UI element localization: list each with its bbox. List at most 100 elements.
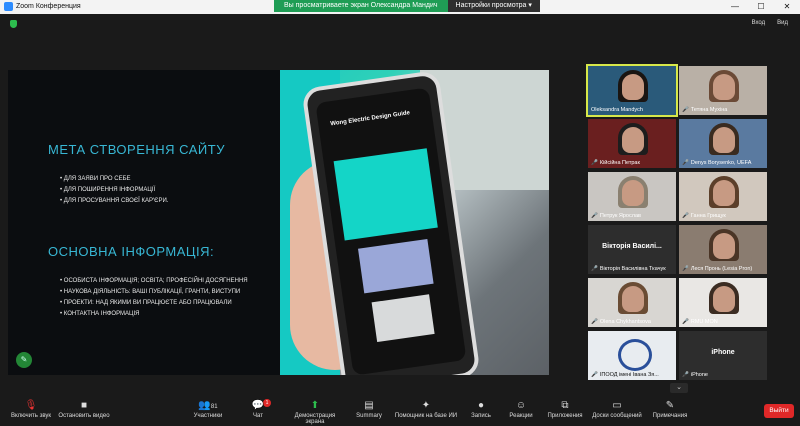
phone-screen-image <box>358 239 434 294</box>
participant-tile[interactable]: 🎤 RMU MON <box>679 278 767 327</box>
record-icon: ● <box>477 400 485 411</box>
mic-muted-icon: 🎤 <box>682 372 689 378</box>
record-label: Запись <box>471 413 491 419</box>
phone-screen: Wong Electric Design Guide <box>315 87 467 375</box>
participant-name: Кійсійна Петрак <box>599 160 640 166</box>
slide-list-purpose: ДЛЯ ЗАЯВИ ПРО СЕБЕ ДЛЯ ПОШИРЕННЯ ІНФОРМА… <box>60 174 169 207</box>
whiteboards-button[interactable]: ▭ Доски сообщений <box>590 400 644 419</box>
apps-icon: ⧉ <box>561 400 569 411</box>
avatar <box>622 74 644 100</box>
emoji-icon: ☺ <box>515 400 527 411</box>
shared-screen: МЕТА СТВОРЕННЯ САЙТУ ДЛЯ ЗАЯВИ ПРО СЕБЕ … <box>8 70 549 375</box>
organization-logo-icon <box>618 339 652 371</box>
chat-icon: 💬 <box>251 400 265 411</box>
participant-tile[interactable]: 🎤 Ганна Грищук <box>679 172 767 221</box>
list-item: ОСОБИСТА ІНФОРМАЦІЯ; ОСВІТА; ПРОФЕСІЙНІ … <box>60 276 248 287</box>
phone-screen-text: Wong Electric Design Guide <box>330 110 411 128</box>
participants-count: 81 <box>210 404 218 410</box>
list-item: ПРОЕКТИ: НАД ЯКИМИ ВИ ПРАЦЮЄТЕ АБО ПРАЦЮ… <box>60 298 248 309</box>
mic-muted-icon: 🎤 <box>682 160 689 166</box>
participant-name: Ганна Грищук <box>690 213 726 219</box>
apps-label: Приложения <box>547 413 583 419</box>
chat-button[interactable]: 💬 Чат <box>248 400 268 419</box>
summary-label: Summary <box>356 413 382 419</box>
ai-companion-button[interactable]: ✦ Помощник на базе ИИ <box>394 400 458 419</box>
minimize-button[interactable]: — <box>722 0 748 13</box>
participant-name: Петрук Ярослав <box>599 213 641 219</box>
participants-button[interactable]: 👥81 Участники <box>190 400 226 419</box>
record-button[interactable]: ● Запись <box>468 400 494 419</box>
annotate-pen-icon[interactable]: ✎ <box>16 352 32 368</box>
mic-muted-icon: 🎙 <box>24 400 38 411</box>
participant-name: Oleksandra Mandych <box>591 107 643 113</box>
participant-tile[interactable]: 🎤 ІПООД імені Івана Зя... <box>588 331 676 380</box>
participant-name: Вікторія Василівна Ткачук <box>599 266 666 272</box>
participant-tile[interactable]: 🎤 Olena Chykhantsova <box>588 278 676 327</box>
share-banner: Вы просматриваете экран Олександра Манди… <box>274 0 540 12</box>
ai-companion-label: Помощник на базе ИИ <box>394 413 458 419</box>
slide-heading-purpose: МЕТА СТВОРЕННЯ САЙТУ <box>48 142 225 157</box>
view-button[interactable]: Вид <box>777 20 788 26</box>
whiteboards-label: Доски сообщений <box>592 413 642 419</box>
share-screen-button[interactable]: ⬆ Демонстрация экрана <box>285 400 345 425</box>
participant-tile[interactable]: 🎤 Петрук Ярослав <box>588 172 676 221</box>
avatar <box>713 127 735 153</box>
mic-muted-icon: 🎤 <box>591 372 598 378</box>
participant-tile[interactable]: Oleksandra Mandych <box>586 64 678 117</box>
apps-button[interactable]: ⧉ Приложения <box>545 400 585 419</box>
participant-big-label: Вікторія Василі... <box>602 243 662 250</box>
security-shield-icon[interactable] <box>10 20 17 28</box>
list-item: ДЛЯ ПРОСУВАННЯ СВОЄЇ КАР'ЄРИ. <box>60 196 169 207</box>
mic-muted-icon: 🎤 <box>682 107 689 113</box>
participant-tile[interactable]: 🎤 Кійсійна Петрак <box>588 119 676 168</box>
list-item: ДЛЯ ЗАЯВИ ПРО СЕБЕ <box>60 174 168 185</box>
participant-name: Denys Borysenko, UEFA <box>690 160 752 166</box>
mic-muted-icon: 🎤 <box>591 213 598 219</box>
reactions-button[interactable]: ☺ Реакции <box>506 400 536 419</box>
sparkle-icon: ✦ <box>421 400 431 411</box>
reactions-label: Реакции <box>509 413 533 419</box>
avatar <box>622 286 644 312</box>
notes-icon: ✎ <box>665 400 675 411</box>
video-camera-icon: ■ <box>80 400 88 411</box>
notes-label: Примечания <box>652 413 688 419</box>
unmute-button[interactable]: 🎙 Включить звук <box>8 400 54 419</box>
meeting-toolbar: 🎙 Включить звук ■ Остановить видео 👥81 У… <box>0 398 800 426</box>
stop-video-button[interactable]: ■ Остановить видео <box>58 400 110 419</box>
mic-muted-icon: 🎤 <box>591 160 598 166</box>
window-controls: — ☐ ✕ <box>722 0 800 13</box>
list-item: ДЛЯ ПОШИРЕННЯ ІНФОРМАЦІЇ <box>60 185 168 196</box>
notes-button[interactable]: ✎ Примечания <box>650 400 690 419</box>
people-icon: 👥81 <box>198 400 218 411</box>
participant-tile[interactable]: 🎤 Леся Пронь (Lesia Pron) <box>679 225 767 274</box>
chevron-down-icon: ⌄ <box>676 384 682 391</box>
mic-muted-icon: 🎤 <box>591 266 598 272</box>
participant-tile[interactable]: 🎤 Denys Borysenko, UEFA <box>679 119 767 168</box>
avatar <box>713 74 735 100</box>
participant-big-label: iPhone <box>711 349 735 356</box>
close-button[interactable]: ✕ <box>774 0 800 13</box>
document-icon: ▤ <box>364 400 374 411</box>
maximize-button[interactable]: ☐ <box>748 0 774 13</box>
window-title: Zoom Конференция <box>16 3 81 10</box>
phone-screen-image <box>371 294 435 342</box>
mic-muted-icon: 🎤 <box>682 319 689 325</box>
participant-tile[interactable]: 🎤 Тетяна Мухіна <box>679 66 767 115</box>
share-screen-icon: ⬆ <box>310 400 320 411</box>
whiteboard-icon: ▭ <box>612 400 622 411</box>
slide-list-info: ОСОБИСТА ІНФОРМАЦІЯ; ОСВІТА; ПРОФЕСІЙНІ … <box>60 276 248 320</box>
chevron-down-icon: ▾ <box>528 2 532 9</box>
slide-photo: Wong Electric Design Guide <box>280 70 549 375</box>
gallery-scroll-down-button[interactable]: ⌄ <box>670 383 688 393</box>
leave-meeting-button[interactable]: Выйти <box>764 404 794 418</box>
participant-name: Olena Chykhantsova <box>599 319 651 325</box>
view-options-button[interactable]: Настройки просмотра ▾ <box>447 0 540 12</box>
participant-tile[interactable]: iPhone 🎤 iPhone <box>679 331 767 380</box>
unmute-label: Включить звук <box>10 413 51 419</box>
summary-button[interactable]: ▤ Summary <box>354 400 384 419</box>
sign-in-button[interactable]: Вход <box>752 20 766 26</box>
mic-muted-icon: 🎤 <box>591 319 598 325</box>
avatar <box>622 127 644 153</box>
participant-tile[interactable]: Вікторія Василі... 🎤 Вікторія Василівна Т… <box>588 225 676 274</box>
list-item: НАУКОВА ДІЯЛЬНІСТЬ: ВАШІ ПУБЛІКАЦІЇ, ГРА… <box>60 287 248 298</box>
